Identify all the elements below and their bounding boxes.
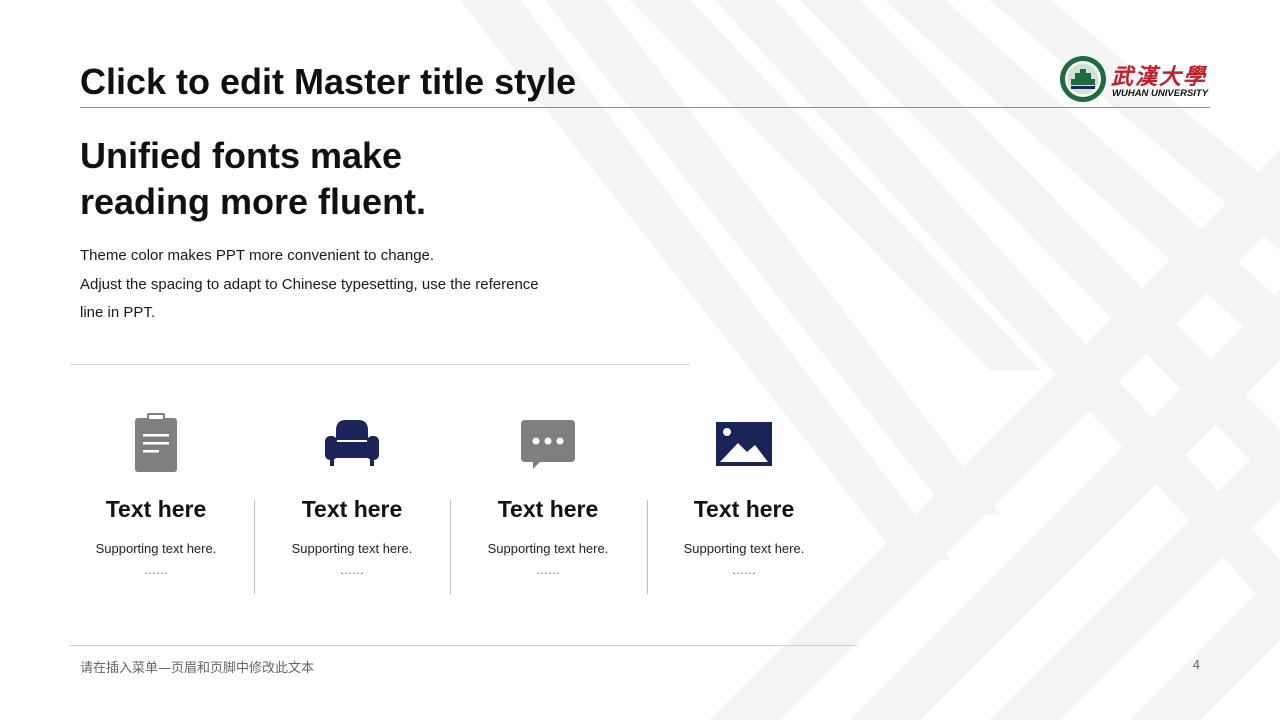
chat-bubble-icon [521,420,575,469]
clipboard-icon [135,413,177,472]
feature-card-2[interactable]: Text here Supporting text here. …… [254,410,450,600]
body-line-3: line in PPT. [80,304,156,321]
footer-divider [70,645,857,646]
card-divider [647,500,648,594]
university-logo: 武漢大學 WUHAN UNIVERSITY [1059,55,1219,103]
image-icon [716,422,772,466]
section-divider [70,364,690,365]
card-ellipsis: …… [732,563,756,577]
body-text[interactable]: Theme color makes PPT more convenient to… [80,242,620,328]
sofa-icon [325,420,379,466]
card-subtitle: Supporting text here. [487,541,609,556]
card-title: Text here [301,496,403,522]
page-number: 4 [1192,657,1200,672]
card-subtitle: Supporting text here. [95,541,217,556]
headline-line-2: reading more fluent. [80,181,427,222]
footer-text[interactable]: 请在插入菜单—页眉和页脚中修改此文本 [80,657,314,676]
card-ellipsis: …… [144,563,168,577]
university-emblem-icon [1060,56,1106,102]
card-title: Text here [497,496,599,522]
card-divider [450,500,451,594]
feature-card-3[interactable]: Text here Supporting text here. …… [450,410,646,600]
headline-line-1: Unified fonts make [80,135,403,176]
card-title: Text here [105,496,207,522]
card-divider [254,500,255,594]
feature-card-4[interactable]: Text here Supporting text here. …… [646,410,842,600]
title-divider [80,107,1210,108]
slide: Click to edit Master title style 武漢大學 WU… [0,0,1280,720]
logo-chinese-name: 武漢大學 [1111,64,1208,90]
card-subtitle: Supporting text here. [291,541,413,556]
body-line-1: Theme color makes PPT more convenient to… [80,247,435,264]
master-title[interactable]: Click to edit Master title style [80,60,576,104]
background-stripes [460,0,1280,720]
card-title: Text here [693,496,795,522]
card-ellipsis: …… [340,563,364,577]
body-line-2: Adjust the spacing to adapt to Chinese t… [80,275,539,293]
headline[interactable]: Unified fonts make reading more fluent. [80,133,600,225]
logo-english-name: WUHAN UNIVERSITY [1112,88,1209,99]
card-ellipsis: …… [536,563,560,577]
feature-card-1[interactable]: Text here Supporting text here. …… [58,410,254,600]
card-subtitle: Supporting text here. [683,541,805,556]
